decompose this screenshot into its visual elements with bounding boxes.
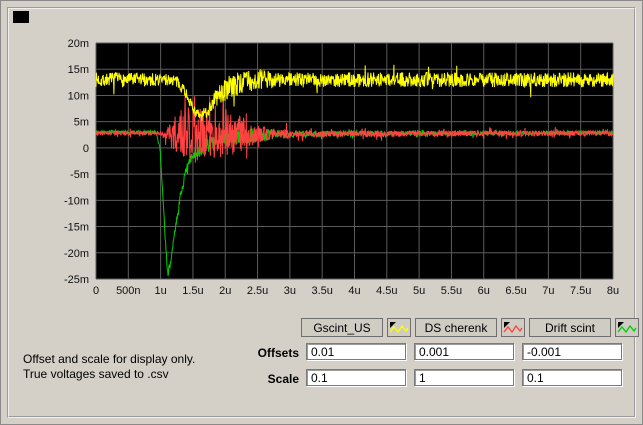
svg-text:-15m: -15m (64, 222, 89, 234)
svg-text:6u: 6u (478, 285, 490, 297)
svg-text:2.5u: 2.5u (247, 285, 268, 297)
legend-triangle-icon (390, 321, 396, 328)
waveform-graph: 20m 15m 10m 5m 0 -5m -10m -15m -20m -25m 0 500n 1u 1.… (64, 38, 619, 297)
svg-text:1u: 1u (155, 285, 167, 297)
scale-label: Scale (267, 372, 299, 386)
svg-text:5m: 5m (74, 117, 89, 129)
legend-item-gscint-us[interactable]: Gscint_US (301, 318, 411, 337)
svg-text:-25m: -25m (64, 274, 89, 286)
legend-line-sample (617, 324, 637, 333)
svg-text:0: 0 (93, 285, 99, 297)
svg-text:5u: 5u (413, 285, 425, 297)
svg-text:15m: 15m (68, 64, 89, 76)
legend-triangle-icon (504, 321, 510, 328)
svg-text:20m: 20m (68, 38, 89, 50)
offset-input-drift-scint[interactable] (522, 343, 622, 360)
legend-waveform-icon[interactable] (501, 318, 525, 337)
svg-text:7u: 7u (542, 285, 554, 297)
legend-line-sample (389, 324, 409, 333)
svg-text:3u: 3u (284, 285, 296, 297)
legend-label[interactable]: Gscint_US (301, 318, 383, 337)
svg-text:6.5u: 6.5u (505, 285, 526, 297)
labview-panel: 20m 15m 10m 5m 0 -5m -10m -15m -20m -25m 0 500n 1u 1.… (0, 0, 643, 425)
svg-text:-20m: -20m (64, 248, 89, 260)
offset-input-ds-cherenk[interactable] (414, 343, 514, 360)
svg-text:7.5u: 7.5u (570, 285, 591, 297)
svg-text:3.5u: 3.5u (311, 285, 332, 297)
svg-text:4u: 4u (348, 285, 360, 297)
legend-waveform-icon[interactable] (615, 318, 639, 337)
offsets-label: Offsets (257, 346, 299, 360)
plot-legend: Gscint_US DS cherenk Drift scint (301, 318, 639, 337)
svg-text:8u: 8u (607, 285, 619, 297)
legend-label[interactable]: DS cherenk (415, 318, 497, 337)
legend-item-ds-cherenk[interactable]: DS cherenk (415, 318, 525, 337)
legend-label[interactable]: Drift scint (529, 318, 611, 337)
svg-text:500n: 500n (116, 285, 140, 297)
scale-input-gscint[interactable] (306, 369, 406, 386)
legend-item-drift-scint[interactable]: Drift scint (529, 318, 639, 337)
svg-text:4.5u: 4.5u (376, 285, 397, 297)
svg-text:5.5u: 5.5u (441, 285, 462, 297)
scale-input-ds-cherenk[interactable] (414, 369, 514, 386)
svg-text:-10m: -10m (64, 195, 89, 207)
scale-input-drift-scint[interactable] (522, 369, 622, 386)
legend-triangle-icon (618, 321, 624, 328)
legend-waveform-icon[interactable] (387, 318, 411, 337)
svg-text:-5m: -5m (70, 169, 89, 181)
legend-line-sample (503, 324, 523, 333)
svg-text:1.5u: 1.5u (182, 285, 203, 297)
svg-text:2u: 2u (219, 285, 231, 297)
svg-text:0: 0 (83, 143, 89, 155)
offset-input-gscint[interactable] (306, 343, 406, 360)
svg-text:10m: 10m (68, 90, 89, 102)
